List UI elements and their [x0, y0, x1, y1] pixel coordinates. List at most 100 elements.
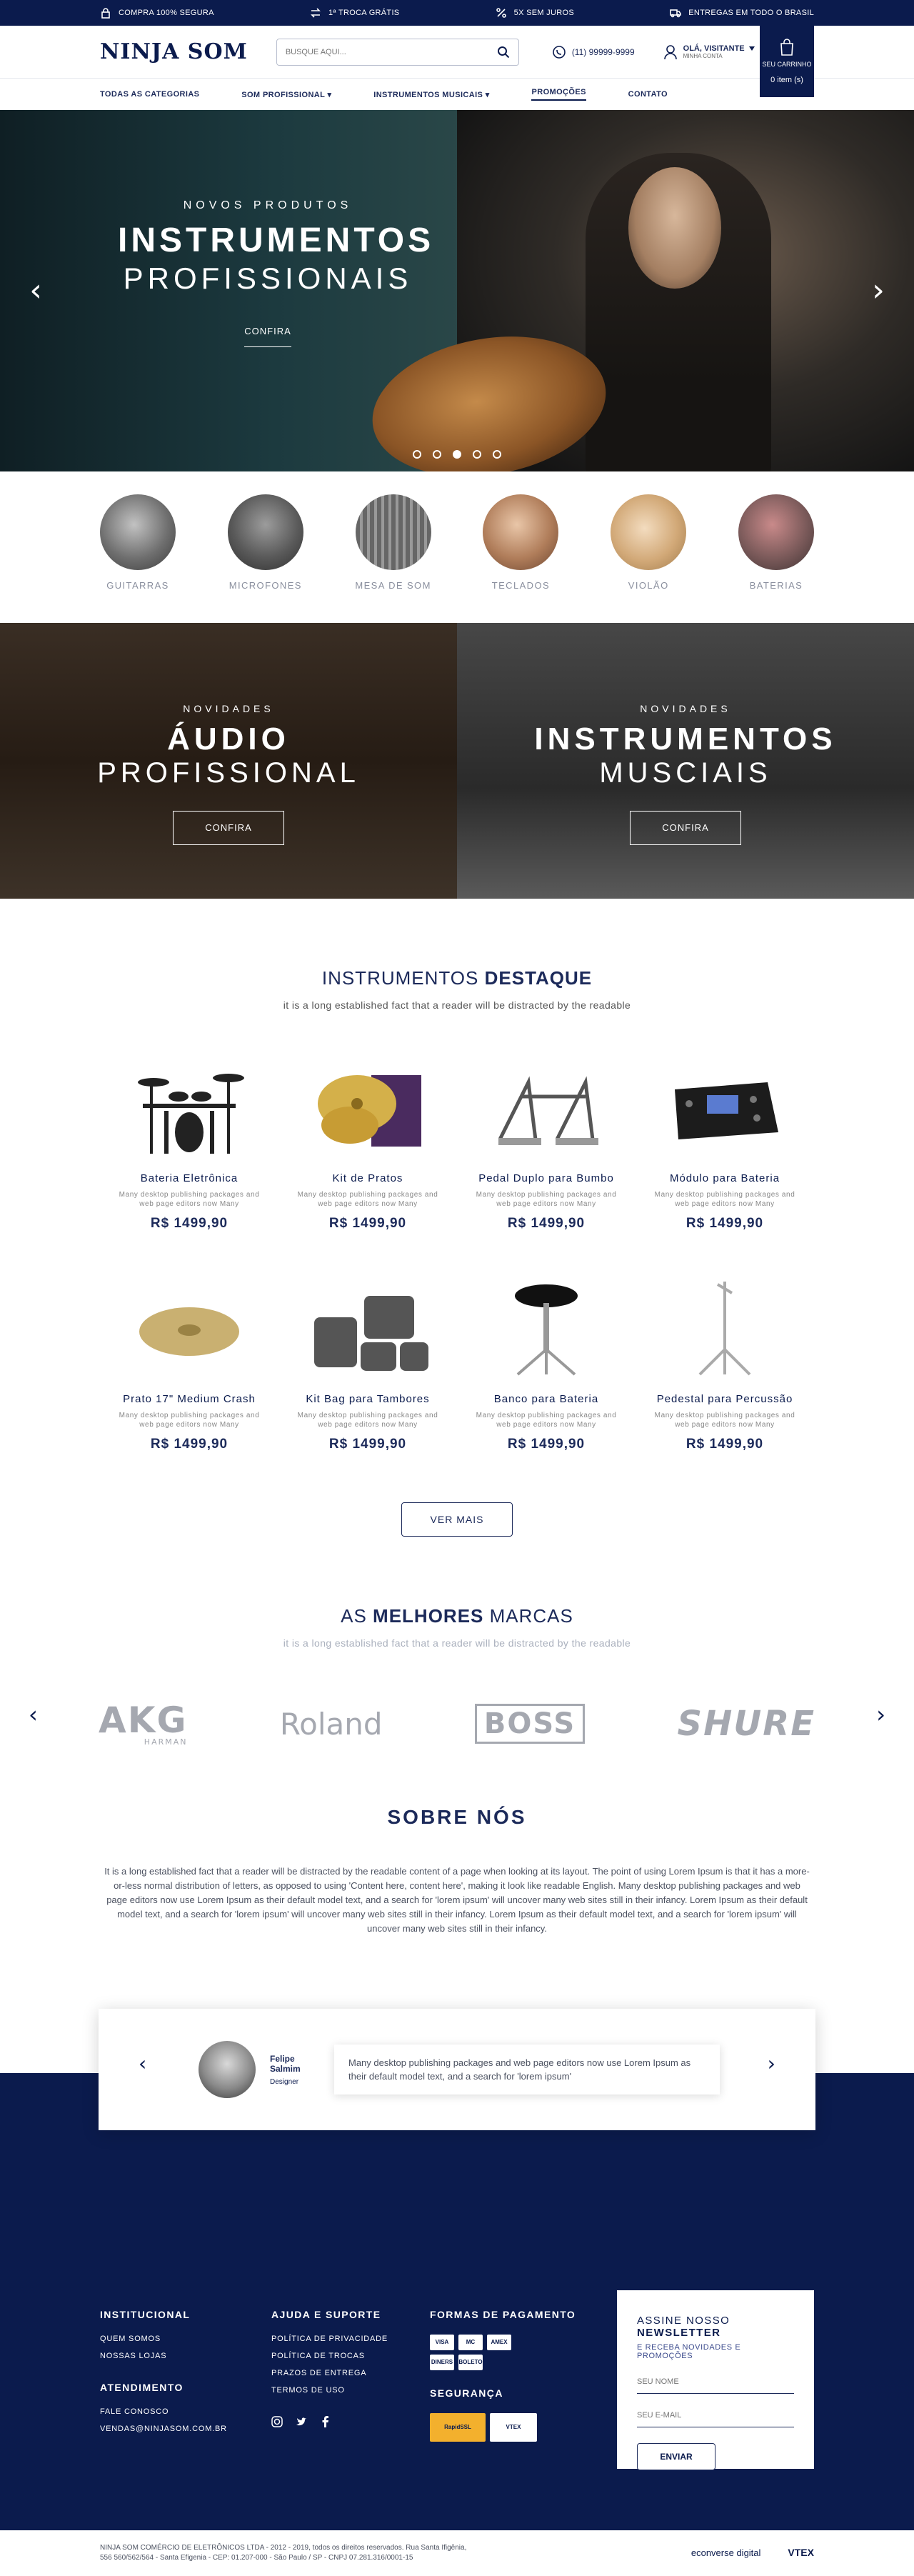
chevron-left-icon[interactable]: ‹	[21, 275, 50, 306]
footer-heading: INSTITUCIONAL	[100, 2309, 191, 2320]
banner-title: INSTRUMENTOS	[534, 722, 837, 757]
product-card[interactable]: Pedal Duplo para Bumbo Many desktop publ…	[457, 1054, 636, 1232]
see-more-button[interactable]: VER MAIS	[401, 1502, 513, 1537]
logo[interactable]: NINJA SOM	[100, 39, 248, 64]
product-name: Módulo para Bateria	[669, 1172, 780, 1184]
footer-link[interactable]: POLÍTICA DE TROCAS	[271, 2352, 430, 2360]
vtex-logo[interactable]: VTEX	[788, 2546, 814, 2560]
product-card[interactable]: Kit Bag para Tambores Many desktop publi…	[278, 1274, 457, 1452]
category-baterias[interactable]: BATERIAS	[737, 494, 815, 623]
newsletter-name-input[interactable]	[637, 2370, 794, 2394]
phone-contact[interactable]: (11) 99999-9999	[552, 45, 635, 59]
cart-label: SEU CARRINHO	[762, 61, 812, 68]
hero-cta-button[interactable]: CONFIRA	[244, 326, 291, 347]
category-guitarras[interactable]: GUITARRAS	[99, 494, 177, 623]
carousel-dot[interactable]	[433, 450, 441, 459]
about-section: SOBRE NÓS It is a long established fact …	[0, 1749, 914, 1936]
footer-heading: ATENDIMENTO	[100, 2382, 184, 2393]
product-image	[457, 1054, 636, 1161]
newsletter-submit-button[interactable]: ENVIAR	[637, 2443, 715, 2470]
brand-boss[interactable]: BOSS	[474, 1704, 586, 1744]
cart-button[interactable]: SEU CARRINHO 0 item (s)	[760, 26, 814, 97]
product-image	[457, 1274, 636, 1382]
product-card[interactable]: Banco para Bateria Many desktop publishi…	[457, 1274, 636, 1452]
category-violao[interactable]: VIOLÃO	[609, 494, 688, 623]
facebook-icon[interactable]	[320, 2416, 331, 2427]
twitter-icon[interactable]	[296, 2416, 307, 2427]
category-microfones[interactable]: MICROFONES	[226, 494, 305, 623]
brand-roland[interactable]: Roland	[280, 1707, 383, 1742]
newsletter-title-bold: NEWSLETTER	[637, 2327, 721, 2339]
drum-module-image	[675, 1082, 778, 1139]
search-icon[interactable]	[497, 46, 510, 59]
category-teclados[interactable]: TECLADOS	[481, 494, 560, 623]
chevron-left-icon[interactable]: ‹	[29, 1701, 38, 1728]
testimonial-quote: Many desktop publishing packages and web…	[334, 2045, 720, 2095]
product-image	[636, 1054, 814, 1161]
nav-instruments[interactable]: INSTRUMENTOS MUSICAIS ▾	[373, 90, 489, 99]
footer-heading: SEGURANÇA	[430, 2387, 503, 2399]
category-image	[483, 494, 559, 570]
product-card[interactable]: Kit de Pratos Many desktop publishing pa…	[278, 1054, 457, 1232]
title-end: MARCAS	[489, 1605, 573, 1627]
footer-col-institutional: INSTITUCIONAL QUEM SOMOS NOSSAS LOJAS AT…	[100, 2309, 271, 2530]
chevron-right-icon[interactable]: ›	[768, 2052, 775, 2075]
payment-methods: DINERS BOLETO	[430, 2355, 601, 2370]
product-card[interactable]: Módulo para Bateria Many desktop publish…	[636, 1054, 814, 1232]
product-card[interactable]: Bateria Eletrônica Many desktop publishi…	[100, 1054, 278, 1232]
product-name: Kit Bag para Tambores	[306, 1393, 430, 1405]
hero-photo-face	[628, 167, 721, 289]
carousel-dot[interactable]	[493, 450, 501, 459]
footer-link[interactable]: VENDAS@NINJASOM.COM.BR	[100, 2425, 271, 2433]
search-input[interactable]	[285, 47, 478, 56]
footer-link[interactable]: QUEM SOMOS	[100, 2335, 271, 2343]
product-name: Prato 17" Medium Crash	[123, 1393, 256, 1405]
product-card[interactable]: Pedestal para Percussão Many desktop pub…	[636, 1274, 814, 1452]
secure-purchase: COMPRA 100% SEGURA	[100, 7, 214, 19]
nav-promotions[interactable]: PROMOÇÕES	[531, 88, 586, 101]
brand-shure[interactable]: SHURE	[678, 1704, 815, 1744]
banner-subtitle: PROFISSIONAL	[97, 757, 360, 789]
user-account[interactable]: OLÁ, VISITANTE MINHA CONTA	[663, 44, 755, 60]
carousel-dot-active[interactable]	[453, 450, 461, 459]
product-price: R$ 1499,90	[328, 1216, 407, 1231]
carousel-dot[interactable]	[473, 450, 481, 459]
testimonial-author: Felipe Salmim Designer	[270, 2054, 327, 2086]
footer-link[interactable]: PRAZOS DE ENTREGA	[271, 2369, 430, 2377]
user-icon	[663, 44, 677, 59]
section-subtitle: it is a long established fact that a rea…	[283, 1637, 631, 1649]
about-title: SOBRE NÓS	[387, 1806, 527, 1828]
nav-contact[interactable]: CONTATO	[628, 90, 668, 99]
product-description: Many desktop publishing packages and web…	[654, 1191, 795, 1208]
carousel-dot[interactable]	[413, 450, 421, 459]
banner-cta-button[interactable]: CONFIRA	[173, 811, 284, 845]
security-seals: RapidSSL VTEX	[430, 2413, 601, 2442]
econverse-logo[interactable]: econverse digital	[691, 2547, 761, 2560]
newsletter-title-light: ASSINE NOSSO	[637, 2315, 730, 2327]
chevron-left-icon[interactable]: ‹	[139, 2052, 146, 2075]
category-mesa-de-som[interactable]: MESA DE SOM	[354, 494, 433, 623]
phone-number: (11) 99999-9999	[571, 46, 635, 57]
section-subtitle: it is a long established fact that a rea…	[283, 999, 631, 1011]
installments: 5X SEM JUROS	[496, 7, 574, 19]
nav-all-categories[interactable]: TODAS AS CATEGORIAS	[100, 90, 199, 99]
chevron-right-icon[interactable]: ›	[864, 275, 893, 306]
brand-akg[interactable]: AKG HARMAN	[99, 1702, 187, 1746]
product-card[interactable]: Prato 17" Medium Crash Many desktop publ…	[100, 1274, 278, 1452]
banner-title: ÁUDIO	[167, 722, 290, 757]
chevron-right-icon[interactable]: ›	[876, 1701, 885, 1728]
legal-text: NINJA SOM COMÉRCIO DE ELETRÔNICOS LTDA -…	[100, 2543, 466, 2563]
avatar	[199, 2041, 256, 2098]
nav-pro-audio[interactable]: SOM PROFISSIONAL ▾	[241, 90, 331, 99]
category-image	[738, 494, 814, 570]
banner-cta-button[interactable]: CONFIRA	[630, 811, 741, 845]
footer-link[interactable]: TERMOS DE USO	[271, 2386, 430, 2395]
instagram-icon[interactable]	[271, 2416, 283, 2427]
footer-link[interactable]: NOSSAS LOJAS	[100, 2352, 271, 2360]
product-price: R$ 1499,90	[328, 1437, 407, 1452]
legal-line: NINJA SOM COMÉRCIO DE ELETRÔNICOS LTDA -…	[100, 2544, 467, 2552]
footer-link[interactable]: POLÍTICA DE PRIVACIDADE	[271, 2335, 430, 2343]
newsletter-email-input[interactable]	[637, 2404, 794, 2427]
product-description: Many desktop publishing packages and web…	[119, 1191, 260, 1208]
footer-link[interactable]: FALE CONOSCO	[100, 2407, 271, 2416]
